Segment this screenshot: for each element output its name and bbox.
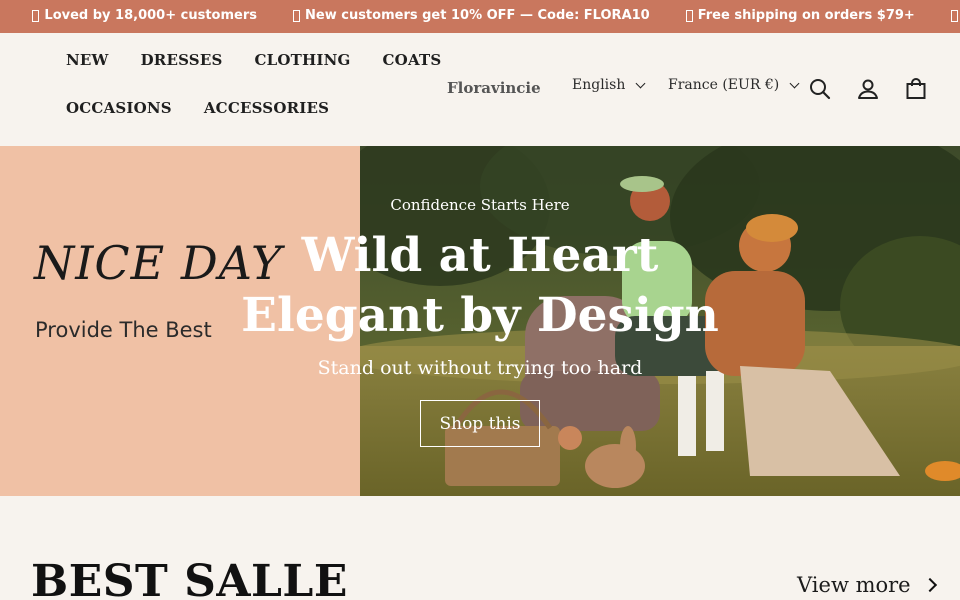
announcement-text: Free shipping on orders $79+ bbox=[697, 8, 915, 23]
currency-selector[interactable]: France (EUR €) bbox=[668, 77, 800, 93]
emoji-placeholder-icon bbox=[685, 9, 693, 22]
language-selector[interactable]: English bbox=[572, 77, 646, 93]
hero-subheadline: Stand out without trying too hard bbox=[317, 357, 643, 379]
announcement-item: New customers get 10% OFF — Code: FLORA1… bbox=[293, 8, 650, 23]
view-more-label: View more bbox=[797, 573, 911, 597]
nav-link-accessories[interactable]: ACCESSORIES bbox=[204, 99, 329, 147]
nav-link-clothing[interactable]: CLOTHING bbox=[255, 51, 351, 99]
chevron-right-icon bbox=[922, 577, 937, 593]
brand-logo[interactable]: Floravincie bbox=[447, 79, 541, 97]
shop-this-button[interactable]: Shop this bbox=[420, 400, 540, 447]
announcement-text: Loved by 18,000+ customers bbox=[44, 8, 257, 23]
announcement-item: 60-da bbox=[950, 8, 960, 23]
hero-headline-line1: Wild at Heart bbox=[301, 228, 659, 283]
announcement-text: New customers get 10% OFF — Code: FLORA1… bbox=[305, 8, 650, 23]
hero-headline-line2: Elegant by Design bbox=[241, 288, 719, 343]
language-label: English bbox=[572, 77, 626, 93]
emoji-placeholder-icon bbox=[32, 9, 40, 22]
main-nav: NEW DRESSES CLOTHING COATS OCCASIONS ACC… bbox=[66, 51, 441, 147]
account-icon[interactable] bbox=[856, 77, 880, 101]
site-header: NEW DRESSES CLOTHING COATS OCCASIONS ACC… bbox=[0, 33, 960, 146]
currency-label: France (EUR €) bbox=[668, 77, 780, 93]
hero-eyebrow: Confidence Starts Here bbox=[390, 196, 570, 214]
nav-link-dresses[interactable]: DRESSES bbox=[141, 51, 223, 99]
search-icon[interactable] bbox=[808, 77, 832, 101]
cart-icon[interactable] bbox=[904, 77, 928, 101]
view-more-link[interactable]: View more bbox=[797, 573, 937, 597]
section-title: BEST SALLE bbox=[31, 556, 348, 600]
nav-link-new[interactable]: NEW bbox=[66, 51, 109, 99]
announcement-item: Loved by 18,000+ customers bbox=[32, 8, 257, 23]
hero-copy: Confidence Starts Here Wild at Heart Ele… bbox=[0, 146, 960, 496]
hero-banner[interactable]: NICE DAY Provide The Best Confidence Sta… bbox=[0, 146, 960, 496]
chevron-down-icon bbox=[635, 78, 646, 88]
emoji-placeholder-icon bbox=[950, 9, 958, 22]
nav-link-occasions[interactable]: OCCASIONS bbox=[66, 99, 172, 147]
announcement-item: Free shipping on orders $79+ bbox=[685, 8, 915, 23]
announcement-bar: out Loved by 18,000+ customers New custo… bbox=[0, 0, 960, 33]
emoji-placeholder-icon bbox=[293, 9, 300, 22]
nav-link-coats[interactable]: COATS bbox=[383, 51, 442, 99]
chevron-down-icon bbox=[789, 78, 800, 88]
